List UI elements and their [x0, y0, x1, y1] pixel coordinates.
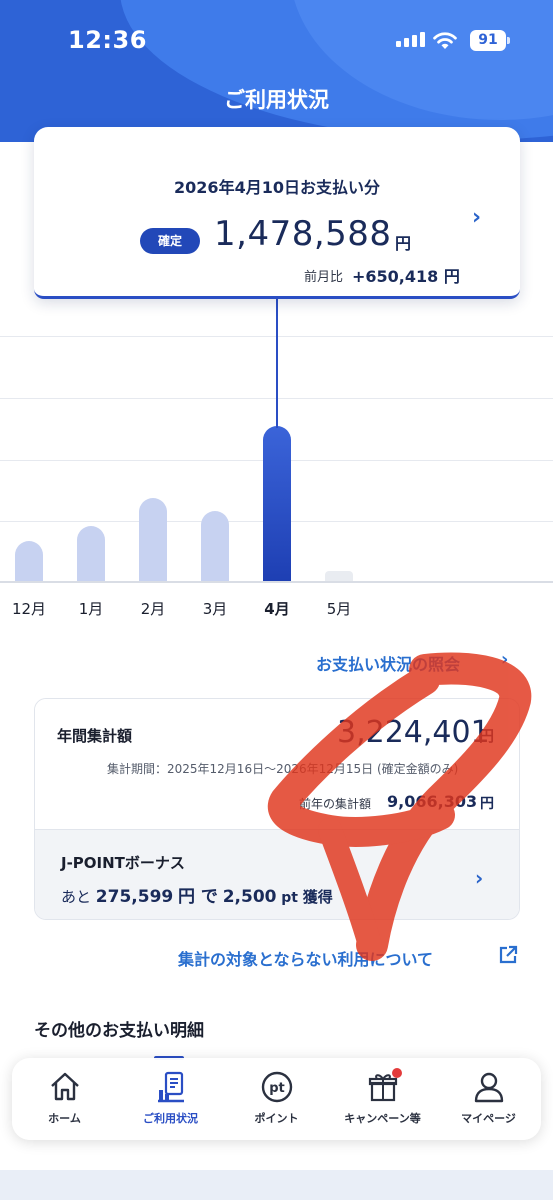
chart-bar-5[interactable] [263, 426, 291, 581]
page-title: ご利用状況 [224, 88, 329, 112]
chart-month-label[interactable]: 2月 [123, 598, 183, 619]
annual-total-card: 年間集計額 3,224,401 円 集計期間：2025年12月16日〜2026年… [34, 698, 520, 920]
previous-year-amount: 9,066,303 [387, 792, 478, 811]
jpoint-bonus-row[interactable]: J-POINTボーナス あと 275,599 円 で 2,500 pt 獲得 › [35, 829, 519, 919]
jpoint-bonus-title: J-POINTボーナス [61, 854, 185, 872]
chevron-right-icon: › [475, 866, 484, 890]
confirmed-badge: 確定 [140, 228, 200, 254]
payment-amount-unit: 円 [395, 234, 412, 253]
month-over-month-label: 前月比 [304, 270, 344, 285]
wifi-icon [433, 32, 457, 49]
tab-points[interactable]: pt ポイント [224, 1058, 329, 1140]
tab-campaign[interactable]: キャンペーン等 [330, 1058, 435, 1140]
previous-year-label: 前年の集計額 [299, 797, 372, 811]
tab-home[interactable]: ホーム [12, 1058, 117, 1140]
chevron-right-icon: › [472, 205, 482, 230]
person-icon [474, 1072, 504, 1103]
battery-icon: 91 [470, 30, 510, 51]
chart-bar-6[interactable] [325, 571, 353, 581]
annual-total-unit: 円 [479, 727, 495, 745]
previous-year-unit: 円 [480, 796, 494, 812]
status-bar: 12:36 91 [0, 0, 553, 80]
annual-total-label: 年間集計額 [57, 727, 133, 745]
payment-date-label: 2026年4月10日お支払い分 [174, 178, 380, 197]
chart-bar-3[interactable] [139, 498, 167, 581]
chart-month-label[interactable]: 5月 [309, 598, 369, 619]
external-link-icon[interactable] [498, 945, 518, 965]
chart-month-label[interactable]: 3月 [185, 598, 245, 619]
chart-month-label[interactable]: 1月 [61, 598, 121, 619]
chart-bar-4[interactable] [201, 511, 229, 581]
cellular-signal-icon [396, 32, 425, 47]
tab-mypage[interactable]: マイページ [436, 1058, 541, 1140]
status-time: 12:36 [68, 26, 147, 54]
payment-summary-card[interactable]: 2026年4月10日お支払い分 確定 1,478,588 円 前月比 +650,… [34, 127, 520, 299]
usage-icon [158, 1071, 184, 1103]
jpoint-bonus-detail: あと 275,599 円 で 2,500 pt 獲得 [61, 887, 333, 907]
payment-status-link[interactable]: お支払い状況の照会 [316, 651, 460, 675]
chevron-right-icon[interactable]: › [501, 649, 508, 670]
svg-text:pt: pt [269, 1081, 285, 1096]
aggregation-period: 集計期間：2025年12月16日〜2026年12月15日 (確定金額のみ) [107, 762, 459, 776]
chart-bar-2[interactable] [77, 526, 105, 581]
tab-usage[interactable]: ご利用状況 [118, 1058, 223, 1140]
notification-badge [392, 1068, 402, 1078]
other-payments-title: その他のお支払い明細 [34, 1021, 204, 1041]
chart-month-label[interactable]: 4月 [247, 598, 307, 619]
jpoint-remaining-amount: 275,599 [95, 887, 174, 907]
bottom-tab-bar: ホーム ご利用状況 pt ポイント キャンペーン等 マイページ [12, 1058, 541, 1140]
jpoint-points: 2,500 [222, 887, 277, 907]
month-over-month-value: +650,418 円 [352, 267, 460, 286]
home-icon [51, 1072, 79, 1101]
chart-month-label[interactable]: 12月 [0, 598, 59, 619]
points-icon: pt [261, 1071, 293, 1103]
payment-amount: 1,478,588 [214, 214, 392, 254]
annual-total-amount: 3,224,401 [337, 715, 490, 750]
chart-bar-1[interactable] [15, 541, 43, 581]
chart-axis [0, 581, 553, 583]
chart-connector-line [276, 298, 278, 428]
excluded-usage-link[interactable]: 集計の対象とならない利用について [178, 946, 433, 970]
bottom-safe-area [0, 1170, 553, 1200]
